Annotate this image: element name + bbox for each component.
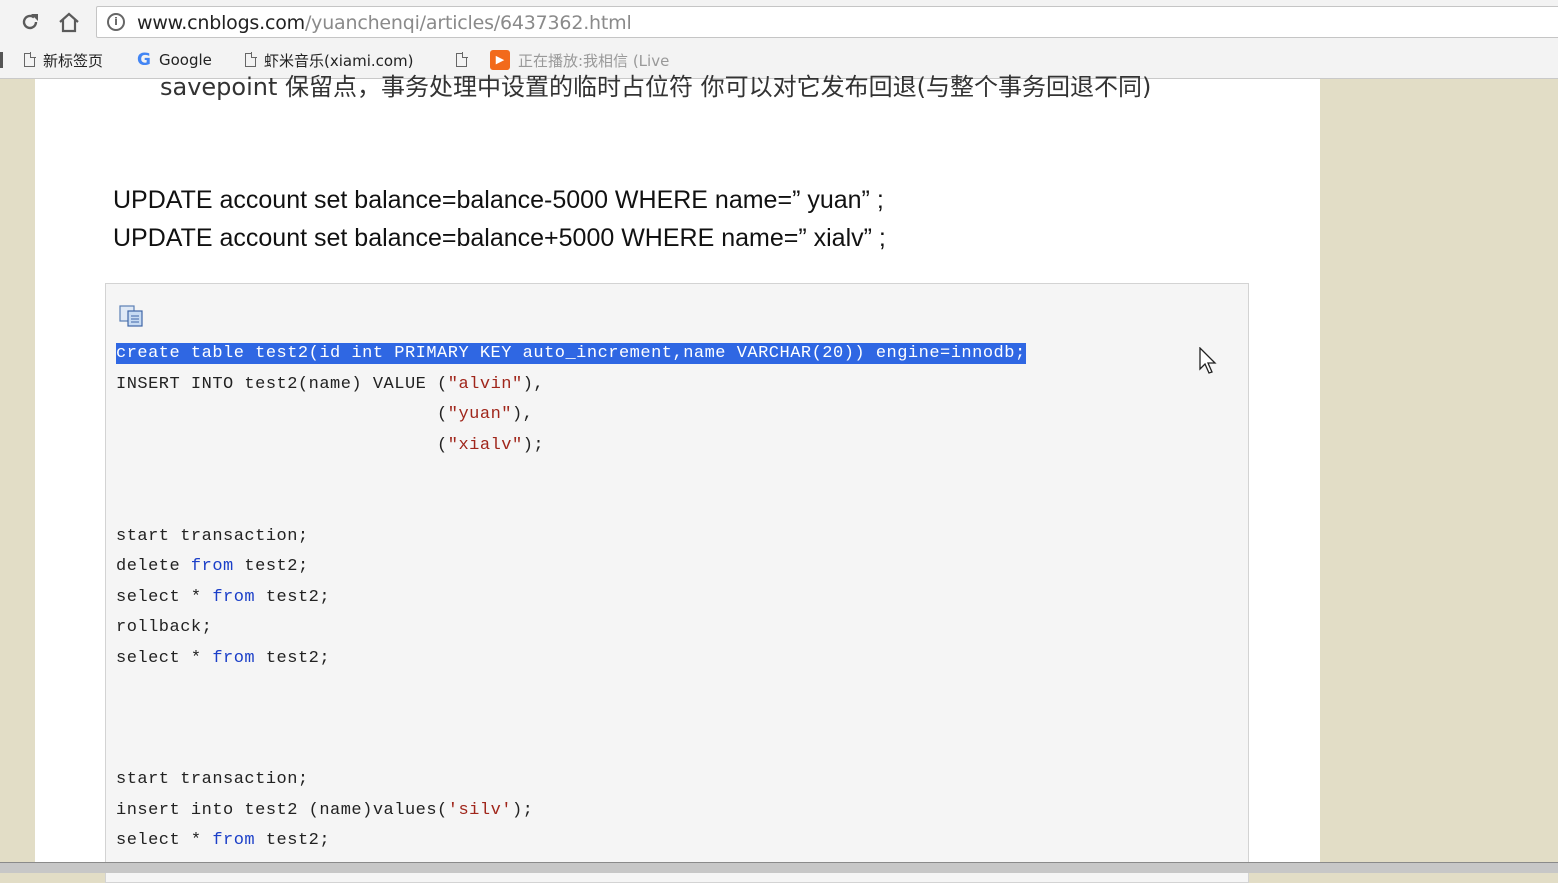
code-line[interactable]: create table test2(id int PRIMARY KEY au… (116, 343, 1026, 364)
page-icon (456, 52, 468, 67)
code-line[interactable]: rollback; (116, 618, 212, 637)
code-line[interactable]: start transaction; (116, 527, 309, 546)
google-icon: G (137, 50, 151, 70)
code-line[interactable]: select * from test2; (116, 588, 330, 607)
copy-code-icon[interactable] (118, 304, 146, 328)
home-button[interactable] (54, 7, 84, 37)
code-block: create table test2(id int PRIMARY KEY au… (105, 283, 1249, 883)
code-line[interactable]: select * from test2; (116, 831, 330, 850)
code-line[interactable]: start transaction; (116, 770, 309, 789)
code-line[interactable]: select * from test2; (116, 649, 330, 668)
page-icon (24, 52, 36, 67)
address-bar[interactable]: i www.cnblogs.com/yuanchenqi/articles/64… (96, 6, 1558, 38)
reload-icon (22, 14, 38, 30)
sql-line-2: UPDATE account set balance=balance+5000 … (113, 224, 886, 252)
page-icon (245, 52, 257, 67)
bookmarks-edge (0, 52, 3, 68)
code-line[interactable]: ("yuan"), (116, 405, 533, 424)
sql-line-1: UPDATE account set balance=balance-5000 … (113, 186, 884, 214)
home-icon (59, 12, 79, 33)
code-line[interactable]: INSERT INTO test2(name) VALUE ("alvin"), (116, 375, 544, 394)
taskbar-strip (0, 862, 1558, 873)
savepoint-text: savepoint 保留点，事务处理中设置的临时占位符 你可以对它发布回退(与整… (160, 73, 1152, 101)
code-line[interactable]: delete from test2; (116, 557, 309, 576)
info-icon[interactable]: i (107, 13, 125, 31)
article-body: savepoint 保留点，事务处理中设置的临时占位符 你可以对它发布回退(与整… (35, 73, 1320, 883)
mouse-cursor-icon (1199, 347, 1217, 374)
code-line[interactable]: ("xialv"); (116, 436, 544, 455)
bookmark-new-tab[interactable]: 新标签页 (24, 49, 103, 71)
code-line[interactable]: insert into test2 (name)values('silv'); (116, 801, 533, 820)
url-text[interactable]: www.cnblogs.com/yuanchenqi/articles/6437… (137, 12, 632, 34)
reload-button[interactable] (15, 7, 45, 37)
